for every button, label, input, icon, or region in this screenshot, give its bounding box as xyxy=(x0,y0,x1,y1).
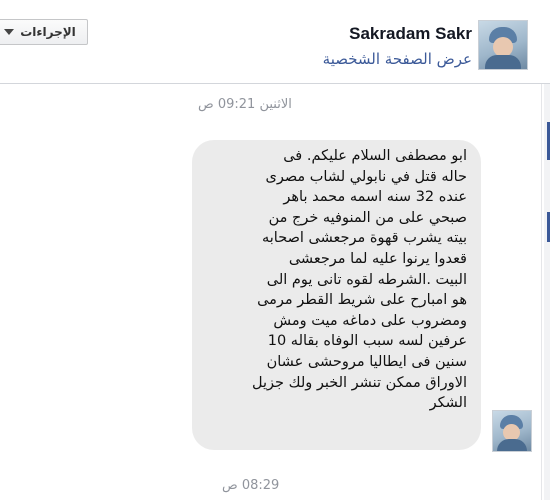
message-line: ومضروب على دماغه ميت ومش xyxy=(273,312,467,329)
message-line: صبحي على من المنوفيه خرج من xyxy=(268,209,467,226)
message-line: البيت .الشرطه لقوه تانى يوم الى xyxy=(266,271,467,288)
message-line: بيته يشرب قهوة مرجعشى اصحابه xyxy=(262,230,467,247)
message-line: قعدوا يرنوا عليه لما مرجعشى xyxy=(288,250,467,267)
message-line: حاله قتل في نابولي لشاب مصرى xyxy=(265,168,467,185)
user-name[interactable]: Sakradam Sakr xyxy=(349,24,472,44)
message-line: الشكر xyxy=(429,395,467,412)
avatar[interactable] xyxy=(478,20,528,70)
message-bubble: ابو مصطفى السلام عليكم. فى حاله قتل في نا… xyxy=(192,140,481,450)
message-line: عنده 32 سنه اسمه محمد باهر xyxy=(283,189,467,206)
sender-avatar[interactable] xyxy=(492,410,532,452)
view-profile-link[interactable]: عرض الصفحة الشخصية xyxy=(323,50,472,68)
message-line: سنين فى ايطاليا مروحشى عشان xyxy=(266,353,467,370)
message-line: هو امبارح على شريط القطر مرمى xyxy=(257,292,467,309)
message-line: عرفين لسه سبب الوفاه بقاله 10 xyxy=(267,333,467,350)
message-line: الاوراق ممكن تنشر الخبر ولك جزيل xyxy=(252,374,467,391)
message-line: ابو مصطفى السلام عليكم. فى xyxy=(283,148,467,164)
chevron-down-icon xyxy=(4,29,15,35)
actions-dropdown-button[interactable]: الإجراءات xyxy=(0,19,88,45)
scroll-divider xyxy=(541,84,542,500)
message-timestamp: الاثنين 09:21 ص xyxy=(198,97,292,112)
conversation-header: الإجراءات Sakradam Sakr عرض الصفحة الشخص… xyxy=(0,0,550,84)
message-timestamp-second: 08:29 ص xyxy=(222,478,280,493)
actions-label: الإجراءات xyxy=(20,25,76,39)
